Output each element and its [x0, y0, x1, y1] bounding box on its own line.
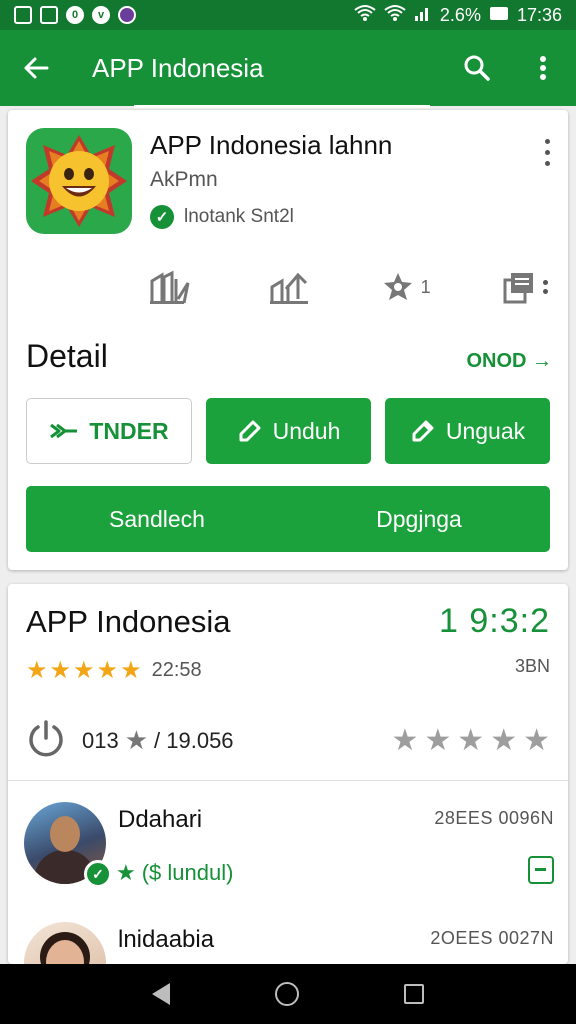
star-badge-icon [383, 273, 412, 300]
app-icon[interactable] [26, 128, 132, 234]
star-icon: ★ [73, 657, 95, 684]
rating-stars: ★ ★ ★ ★ ★ 22:58 [26, 656, 202, 685]
app-more-button[interactable] [545, 136, 550, 169]
rate-star-2[interactable]: ★ [424, 723, 451, 758]
star-icon: ★ [120, 657, 142, 684]
verified-badge-icon: ✓ [84, 860, 112, 888]
back-button[interactable] [0, 30, 72, 106]
wide-button-left-label: Sandlech [109, 505, 205, 532]
unguak-button[interactable]: Unguak [385, 398, 550, 464]
check-circle-icon: ✓ [150, 205, 174, 229]
more-vert-icon [540, 56, 546, 80]
divider [8, 780, 568, 781]
stat-library[interactable] [501, 270, 548, 304]
image-icon [14, 6, 32, 24]
more-dots-icon [543, 280, 548, 294]
circle-v-icon: v [92, 6, 110, 24]
rate-row: 013 ★ / 19.056 ★ ★ ★ ★ ★ [26, 718, 550, 763]
detail-more-link[interactable]: ONOD → [466, 350, 552, 373]
rate-star-5[interactable]: ★ [523, 723, 550, 758]
app-bar: APP Indonesia [0, 30, 576, 108]
pencil-icon [412, 420, 434, 442]
clock: 17:36 [516, 4, 562, 25]
search-icon [464, 55, 490, 81]
nav-back-icon[interactable] [152, 983, 171, 1005]
star-icon: ★ [49, 657, 72, 684]
system-nav-bar [0, 964, 576, 1024]
rating-star-count: 22:58 [151, 659, 202, 681]
search-button[interactable] [444, 30, 510, 106]
circle-o-icon: 0 [66, 6, 84, 24]
ratings-card: APP Indonesia 1 9:3:2 ★ ★ ★ ★ ★ 22:58 3B… [8, 584, 568, 1004]
tender-button[interactable]: TNDER [26, 398, 192, 464]
ratings-total: 013 ★ / 19.056 [82, 725, 234, 755]
send-arrow-icon [50, 423, 78, 439]
arrow-right-icon: → [532, 350, 552, 372]
wide-action-button[interactable]: Sandlech Dpgjnga [26, 486, 550, 552]
sun-face-icon [31, 135, 127, 227]
app-detail-card: APP Indonesia lahnn AkPmn ✓ lnotank Snt2… [8, 110, 568, 570]
stat-rating[interactable]: 1 [381, 271, 431, 303]
stat-downloads[interactable] [148, 269, 198, 305]
battery-percent: 2.6% [439, 4, 481, 25]
ratings-score: 1 9:3:2 [439, 602, 550, 640]
rate-star-1[interactable]: ★ [391, 723, 418, 758]
unduh-button[interactable]: Unduh [206, 398, 371, 464]
gallery-icon [40, 6, 58, 24]
refresh-icon[interactable] [26, 718, 66, 763]
status-bar: 0 v 2.6% 17:36 [0, 0, 576, 30]
star-icon: ★ [26, 657, 48, 684]
more-vert-icon [545, 139, 550, 144]
app-bar-title: APP Indonesia [92, 52, 264, 83]
ratings-sub-label: 3BN [514, 656, 550, 676]
detail-title: Detail [26, 338, 108, 374]
stat-share[interactable] [268, 269, 310, 305]
library-icon [503, 273, 533, 304]
tab-indicator [134, 105, 430, 108]
review-meta: 2OEES 0027N [430, 928, 554, 948]
star-icon: ★ [96, 657, 119, 684]
battery-icon [489, 4, 509, 27]
reviewer-name: lnidaabia [118, 926, 215, 953]
wide-button-right-label: Dpgjnga [376, 505, 462, 532]
flag-icon[interactable] [528, 856, 554, 884]
rate-stars: ★ ★ ★ ★ ★ [391, 723, 550, 758]
wifi-icon [354, 4, 376, 27]
rate-star-3[interactable]: ★ [457, 723, 484, 758]
edit-pen-icon [239, 420, 261, 442]
app-name: APP Indonesia lahnn [150, 130, 393, 160]
verified-row: ✓ lnotank Snt2l [150, 205, 294, 229]
nav-recents-icon[interactable] [403, 984, 424, 1004]
stats-row: 1 [148, 265, 548, 309]
verified-text: lnotank Snt2l [184, 206, 294, 227]
share-up-icon [270, 272, 309, 304]
developer-name[interactable]: AkPmn [150, 168, 218, 192]
signal-icon [414, 4, 432, 27]
review-line: ★ ($ lundul) [116, 860, 234, 885]
building-chart-icon [150, 270, 190, 304]
nav-home-icon[interactable] [274, 982, 299, 1006]
purple-app-icon [118, 6, 136, 24]
wifi-alt-icon [384, 4, 406, 27]
star-outline-icon: ★ [124, 725, 149, 755]
star-icon: ★ [116, 860, 136, 885]
action-buttons: TNDER Unduh Unguak [26, 398, 550, 464]
arrow-left-icon [24, 57, 49, 79]
reviewer-name: Ddahari [118, 806, 203, 833]
overflow-menu-button[interactable] [510, 30, 576, 106]
ratings-title: APP Indonesia [26, 604, 231, 639]
rate-star-4[interactable]: ★ [490, 723, 517, 758]
rating-count-label: 1 [420, 276, 431, 297]
review-meta: 28EES 0096N [434, 808, 554, 828]
